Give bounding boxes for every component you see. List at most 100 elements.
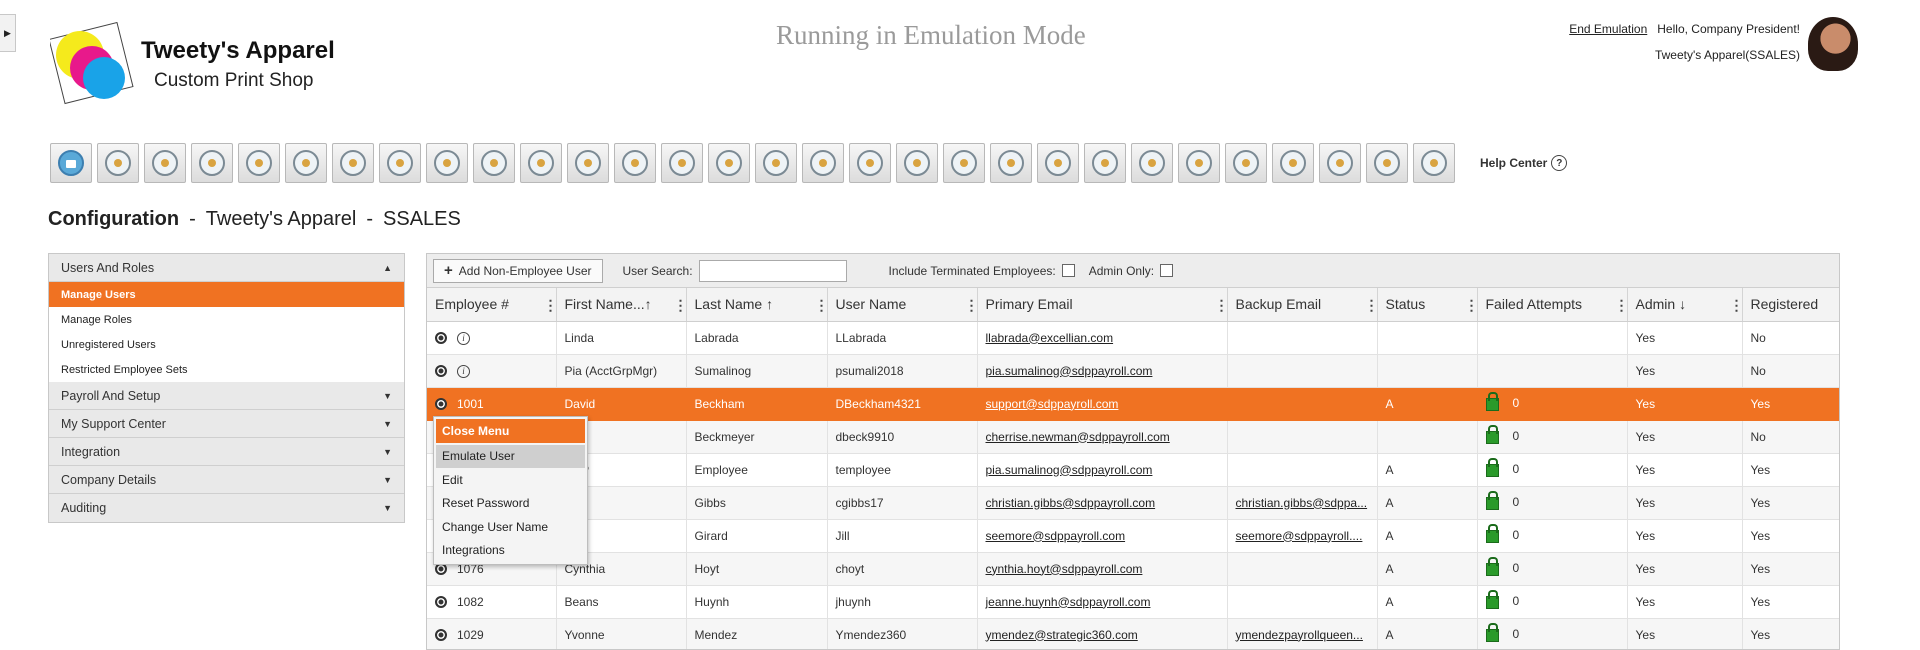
- cell-text[interactable]: ymendez@strategic360.com: [986, 628, 1138, 642]
- toolbar-button-demote[interactable]: [849, 143, 891, 183]
- nav-item-restricted-employee-sets[interactable]: Restricted Employee Sets: [49, 357, 404, 382]
- toolbar-button-team[interactable]: [238, 143, 280, 183]
- gear-icon[interactable]: [435, 629, 447, 642]
- gear-icon[interactable]: [435, 398, 447, 411]
- table-row[interactable]: 1029 Yvonne Mendez Ymendez360 ymendez@strate…: [427, 618, 1839, 649]
- unlocked-icon[interactable]: [1485, 424, 1499, 444]
- column-menu-icon[interactable]: ⋮: [1730, 297, 1744, 314]
- toolbar-button-award[interactable]: [802, 143, 844, 183]
- nav-section-users-and-roles[interactable]: Users And Roles ▲: [49, 254, 404, 282]
- toolbar-button-transfer[interactable]: [661, 143, 703, 183]
- cell-email[interactable]: jeanne.huynh@sdppayroll.com: [977, 585, 1228, 619]
- cell-text[interactable]: seemore@sdppayroll.com: [986, 529, 1126, 543]
- table-row[interactable]: i Pia (AcctGrpMgr) Sumalinog psumali2018 pia…: [427, 354, 1839, 388]
- integrations-item[interactable]: Integrations: [436, 539, 585, 563]
- toolbar-button-org-chart[interactable]: [285, 143, 327, 183]
- cell-email[interactable]: cherrise.newman@sdppayroll.com: [977, 420, 1228, 454]
- cell-email[interactable]: christian.gibbs@sdppayroll.com: [977, 486, 1228, 520]
- column-menu-icon[interactable]: ⋮: [544, 297, 558, 314]
- cell-email[interactable]: ymendez@strategic360.com: [977, 618, 1228, 649]
- cell-text[interactable]: ymendezpayrollqueen...: [1236, 628, 1363, 642]
- toolbar-button-hand[interactable]: [1037, 143, 1079, 183]
- cell-text[interactable]: christian.gibbs@sdppayroll.com: [986, 496, 1156, 510]
- side-panel-toggle[interactable]: ▶: [0, 14, 16, 52]
- include-terminated-checkbox[interactable]: [1061, 264, 1075, 277]
- table-row[interactable]: eBeckmeyerdbeck9910cherrise.newman@sdppa…: [427, 420, 1839, 454]
- close-menu-item[interactable]: Close Menu: [436, 419, 585, 443]
- cell-text[interactable]: pia.sumalinog@sdppayroll.com: [986, 463, 1153, 477]
- cell-backup[interactable]: ymendezpayrollqueen...: [1227, 618, 1378, 649]
- table-row[interactable]: i Linda Labrada LLabrada llabrada@excellian.…: [427, 321, 1839, 355]
- toolbar-button-reports[interactable]: [191, 143, 233, 183]
- column-header[interactable]: Status ⋮: [1377, 288, 1479, 322]
- toolbar-button-meeting[interactable]: [1366, 143, 1408, 183]
- toolbar-button-file[interactable]: [1319, 143, 1361, 183]
- column-menu-icon[interactable]: ⋮: [815, 297, 829, 314]
- toolbar-button-group[interactable]: [1084, 143, 1126, 183]
- unlocked-icon[interactable]: [1485, 391, 1499, 411]
- toolbar-button-clipboard[interactable]: [1131, 143, 1173, 183]
- toolbar-button-shield[interactable]: [1178, 143, 1220, 183]
- column-menu-icon[interactable]: ⋮: [674, 297, 688, 314]
- cell-text[interactable]: llabrada@excellian.com: [986, 331, 1114, 345]
- cell-email[interactable]: seemore@sdppayroll.com: [977, 519, 1228, 553]
- column-header[interactable]: Employee # ⋮: [427, 288, 558, 322]
- toolbar-button-review[interactable]: [1413, 143, 1455, 183]
- cell-backup[interactable]: christian.gibbs@sdppa...: [1227, 486, 1378, 520]
- change-user-name-item[interactable]: Change User Name: [436, 515, 585, 539]
- table-row[interactable]: SDPEmployeetemplоyeepia.sumalinog@sdppay…: [427, 453, 1839, 487]
- cell-text[interactable]: cynthia.hoyt@sdppayroll.com: [986, 562, 1143, 576]
- cell-email[interactable]: pia.sumalinog@sdppayroll.com: [977, 354, 1228, 388]
- column-header[interactable]: Registered: [1742, 288, 1839, 322]
- toolbar-button-shield[interactable]: [755, 143, 797, 183]
- table-row[interactable]: Girard Jill seemore@sdppayroll.com seemore@…: [427, 519, 1839, 553]
- nav-section-auditing[interactable]: Auditing ▼: [49, 494, 404, 522]
- admin-only-checkbox[interactable]: [1160, 264, 1174, 277]
- toolbar-button-settings-people[interactable]: [144, 143, 186, 183]
- table-row[interactable]: sGibbscgibbs17christian.gibbs@sdppayroll…: [427, 486, 1839, 520]
- toolbar-button-growth[interactable]: [567, 143, 609, 183]
- unlocked-icon[interactable]: [1485, 457, 1499, 477]
- unlocked-icon[interactable]: [1485, 523, 1499, 543]
- column-header[interactable]: First Name...↑ ⋮: [556, 288, 688, 322]
- gear-icon[interactable]: [435, 596, 447, 609]
- emulate-user-item[interactable]: Emulate User: [436, 444, 585, 468]
- table-row[interactable]: 1082 Beans Huynh jhuynh jeanne.huynh@sdppayr…: [427, 585, 1839, 619]
- toolbar-button-terminate[interactable]: [896, 143, 938, 183]
- cell-text[interactable]: christian.gibbs@sdppa...: [1236, 496, 1368, 510]
- column-header[interactable]: Last Name ↑ ⋮: [686, 288, 829, 322]
- cell-email[interactable]: cynthia.hoyt@sdppayroll.com: [977, 552, 1228, 586]
- cell-text[interactable]: pia.sumalinog@sdppayroll.com: [986, 364, 1153, 378]
- help-center-link[interactable]: Help Center ?: [1480, 155, 1568, 171]
- cell-email[interactable]: llabrada@excellian.com: [977, 321, 1228, 355]
- gear-icon[interactable]: [435, 563, 447, 576]
- cell-backup[interactable]: seemore@sdppayroll....: [1227, 519, 1378, 553]
- add-non-employee-user-button[interactable]: + Add Non-Employee User: [433, 258, 603, 283]
- toolbar-button-document[interactable]: [332, 143, 374, 183]
- table-row[interactable]: 1001 David Beckham DBeckham4321 support@sdpp…: [427, 387, 1839, 421]
- cell-text[interactable]: jeanne.huynh@sdppayroll.com: [986, 595, 1151, 609]
- edit-item[interactable]: Edit: [436, 468, 585, 492]
- column-header[interactable]: Failed Attempts ⋮: [1477, 288, 1629, 322]
- toolbar-button-target[interactable]: [473, 143, 515, 183]
- cell-email[interactable]: pia.sumalinog@sdppayroll.com: [977, 453, 1228, 487]
- toolbar-button-promote[interactable]: [708, 143, 750, 183]
- column-header[interactable]: Admin ↓ ⋮: [1627, 288, 1744, 322]
- nav-section-payroll[interactable]: Payroll And Setup ▼: [49, 382, 404, 410]
- column-menu-icon[interactable]: ⋮: [1215, 297, 1229, 314]
- toolbar-button-money-bag[interactable]: [990, 143, 1032, 183]
- column-menu-icon[interactable]: ⋮: [1365, 297, 1379, 314]
- cell-email[interactable]: support@sdppayroll.com: [977, 387, 1228, 421]
- unlocked-icon[interactable]: [1485, 556, 1499, 576]
- nav-item-manage-roles[interactable]: Manage Roles: [49, 307, 404, 332]
- toolbar-button-people[interactable]: [97, 143, 139, 183]
- toolbar-button-id-card[interactable]: [1225, 143, 1267, 183]
- column-header[interactable]: Primary Email ⋮: [977, 288, 1229, 322]
- unlocked-icon[interactable]: [1485, 622, 1499, 642]
- column-menu-icon[interactable]: ⋮: [965, 297, 979, 314]
- reset-password-item[interactable]: Reset Password: [436, 492, 585, 516]
- end-emulation-link[interactable]: End Emulation: [1569, 22, 1647, 36]
- nav-item-manage-users[interactable]: Manage Users: [49, 282, 404, 307]
- table-row[interactable]: 1076 Cynthia Hoyt choyt cynthia.hoyt@sdppayr…: [427, 552, 1839, 586]
- toolbar-button-home[interactable]: [50, 143, 92, 183]
